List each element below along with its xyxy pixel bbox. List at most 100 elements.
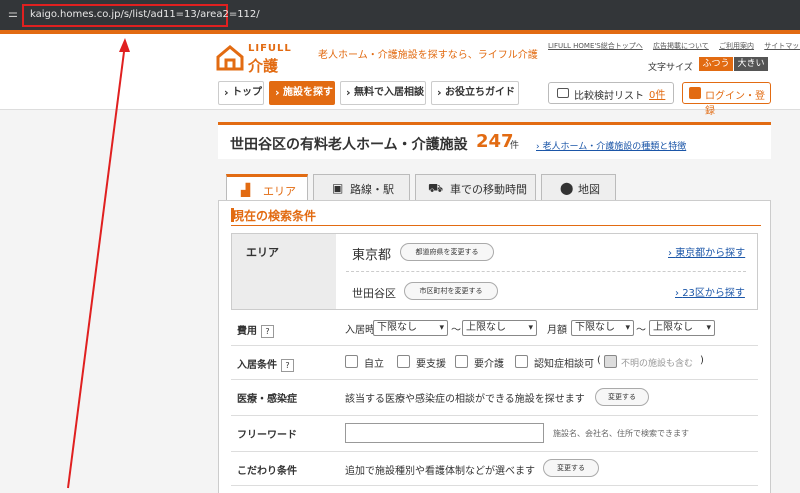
monthly-min-select[interactable]: 下限なし xyxy=(571,320,634,336)
admission-label: 入居条件? xyxy=(237,356,294,372)
tab-map-label: 地図 xyxy=(578,183,600,196)
link-sitemap[interactable]: サイトマップ xyxy=(764,42,800,50)
cost-label-text: 費用 xyxy=(237,326,257,337)
checkbox-unknown[interactable] xyxy=(604,355,617,368)
checkbox-dementia[interactable] xyxy=(515,355,528,368)
checkbox-dementia-label: 認知症相談可 xyxy=(534,359,594,370)
23ku-link-text: 23区から探す xyxy=(682,288,745,299)
kodawari-row: こだわり条件 追加で施設種別や看護体制などが選べます 変更する xyxy=(231,452,758,486)
site-info-icon[interactable]: ⚌ xyxy=(8,8,20,20)
area-icon: ▟ xyxy=(241,183,251,197)
compare-label: 比較検討リスト xyxy=(574,91,644,102)
admission-help-icon[interactable]: ? xyxy=(281,359,294,372)
kodawari-description: 追加で施設種別や看護体制などが選べます xyxy=(345,466,535,477)
browser-address-bar: ⚌ kaigo.homes.co.jp/s/list/ad11=13/area2… xyxy=(0,0,800,30)
link-guide[interactable]: ご利用案内 xyxy=(719,42,754,50)
cost-help-icon[interactable]: ? xyxy=(261,325,274,338)
url-highlight-box: kaigo.homes.co.jp/s/list/ad11=13/area2=1… xyxy=(22,4,260,27)
medical-row: 医療・感染症 該当する医療や感染症の相談ができる施設を探せます 変更する xyxy=(231,380,758,416)
checkbox-independent[interactable] xyxy=(345,355,358,368)
area-label: エリア xyxy=(246,246,279,259)
top-links: LIFULL HOME'S総合トップへ 広告掲載について ご利用案内 サイトマッ… xyxy=(548,41,800,51)
site-header: LIFULL 介護 老人ホーム・介護施設を探すなら、ライフル介護 LIFULL … xyxy=(0,34,800,117)
entry-fee-label: 入居時 xyxy=(345,325,375,336)
logo[interactable]: LIFULL 介護 xyxy=(216,42,298,75)
medical-description: 該当する医療や感染症の相談ができる施設を探せます xyxy=(345,394,585,405)
cost-row: 費用? 入居時 下限なし 〜 上限なし 月額 下限なし 〜 上限なし xyxy=(231,312,758,346)
tab-area-label: エリア xyxy=(263,185,296,198)
conditions-title: 現在の検索条件 xyxy=(232,209,317,223)
checkbox-care-label: 要介護 xyxy=(474,359,504,370)
tagline: 老人ホーム・介護施設を探すなら、ライフル介護 xyxy=(318,50,538,61)
entry-max-select[interactable]: 上限なし xyxy=(462,320,537,336)
change-city-button[interactable]: 市区町村を変更する xyxy=(404,282,498,300)
house-logo-icon xyxy=(216,45,244,71)
car-icon: ⛟ xyxy=(428,181,444,195)
result-unit: 件 xyxy=(510,141,520,151)
facility-types-link[interactable]: › 老人ホーム・介護施設の種類と特徴 xyxy=(536,139,686,152)
link-advertise[interactable]: 広告掲載について xyxy=(653,42,709,50)
monthly-max-select[interactable]: 上限なし xyxy=(649,320,715,336)
font-normal-button[interactable]: ふつう xyxy=(699,57,733,71)
tokyo-link-text: 東京都から探す xyxy=(675,248,746,259)
result-heading: 世田谷区の有料老人ホーム・介護施設 247 件 › 老人ホーム・介護施設の種類と… xyxy=(218,122,771,159)
paren-close: ) xyxy=(700,355,704,366)
compare-count[interactable]: 0件 xyxy=(649,86,665,101)
login-button[interactable]: ログイン・登録 xyxy=(682,82,771,117)
facility-types-link-text: 老人ホーム・介護施設の種類と特徴 xyxy=(542,142,687,152)
compare-list-button[interactable]: 比較検討リスト 0件 xyxy=(548,82,674,104)
freeword-hint: 施設名、会社名、住所で検索できます xyxy=(553,429,689,438)
tab-train[interactable]: ▣ 路線・駅 xyxy=(313,174,410,200)
result-count: 247 xyxy=(476,131,514,152)
area-conditions: エリア 東京都 都道府県を変更する › 東京都から探す 世田谷区 市区町村を変更… xyxy=(231,233,758,310)
area-label-cell: エリア xyxy=(232,234,336,309)
area-row-divider xyxy=(346,271,746,272)
url-text[interactable]: kaigo.homes.co.jp/s/list/ad11=13/area2=1… xyxy=(30,9,260,20)
font-size-label: 文字サイズ xyxy=(648,63,693,73)
compare-icon xyxy=(557,88,569,98)
kodawari-change-button[interactable]: 変更する xyxy=(543,459,599,477)
login-label: ログイン・登録 xyxy=(705,91,765,117)
23ku-link[interactable]: › 23区から探す xyxy=(675,284,745,299)
tab-area[interactable]: ▟ エリア xyxy=(226,174,308,202)
entry-min-select[interactable]: 下限なし xyxy=(373,320,448,336)
train-icon: ▣ xyxy=(332,181,344,195)
checkbox-support[interactable] xyxy=(397,355,410,368)
admission-row: 入居条件? 自立 要支援 要介護 認知症相談可 ( 不明の施設も含む ) xyxy=(231,346,758,380)
entry-tilde: 〜 xyxy=(451,325,461,336)
tab-map[interactable]: ⬤ 地図 xyxy=(541,174,616,200)
nav-free-consult[interactable]: 無料で入居相談 xyxy=(340,81,426,105)
logo-text-bottom: 介護 xyxy=(248,57,279,75)
prefecture-name: 東京都 xyxy=(352,248,392,263)
nav-guide[interactable]: お役立ちガイド xyxy=(431,81,519,105)
tab-car-label: 車での移動時間 xyxy=(450,183,527,196)
medical-label: 医療・感染症 xyxy=(237,394,297,405)
cost-label: 費用? xyxy=(237,322,274,338)
freeword-input[interactable] xyxy=(345,423,544,443)
tab-car[interactable]: ⛟ 車での移動時間 xyxy=(415,174,536,200)
paren-open: ( xyxy=(597,355,601,366)
admission-label-text: 入居条件 xyxy=(237,360,277,371)
change-prefecture-button[interactable]: 都道府県を変更する xyxy=(400,243,494,261)
section-divider xyxy=(231,225,761,226)
freeword-label: フリーワード xyxy=(237,430,297,441)
user-icon xyxy=(689,87,701,99)
monthly-tilde: 〜 xyxy=(636,325,646,336)
page-title: 世田谷区の有料老人ホーム・介護施設 xyxy=(230,137,468,153)
kodawari-label: こだわり条件 xyxy=(237,466,297,477)
medical-change-button[interactable]: 変更する xyxy=(595,388,649,406)
checkbox-support-label: 要支援 xyxy=(416,359,446,370)
checkbox-unknown-label: 不明の施設も含む xyxy=(621,359,694,369)
link-homes-top[interactable]: LIFULL HOME'S総合トップへ xyxy=(548,42,643,50)
logo-text-top: LIFULL xyxy=(248,43,292,54)
tab-train-label: 路線・駅 xyxy=(350,183,394,196)
city-name: 世田谷区 xyxy=(352,287,396,300)
freeword-row: フリーワード 施設名、会社名、住所で検索できます xyxy=(231,416,758,452)
checkbox-care[interactable] xyxy=(455,355,468,368)
nav-search-facilities[interactable]: 施設を探す xyxy=(269,81,335,105)
tokyo-link[interactable]: › 東京都から探す xyxy=(668,244,745,259)
checkbox-independent-label: 自立 xyxy=(364,359,384,370)
map-pin-icon: ⬤ xyxy=(560,181,574,195)
font-large-button[interactable]: 大きい xyxy=(734,57,768,71)
nav-top[interactable]: トップ xyxy=(218,81,264,105)
